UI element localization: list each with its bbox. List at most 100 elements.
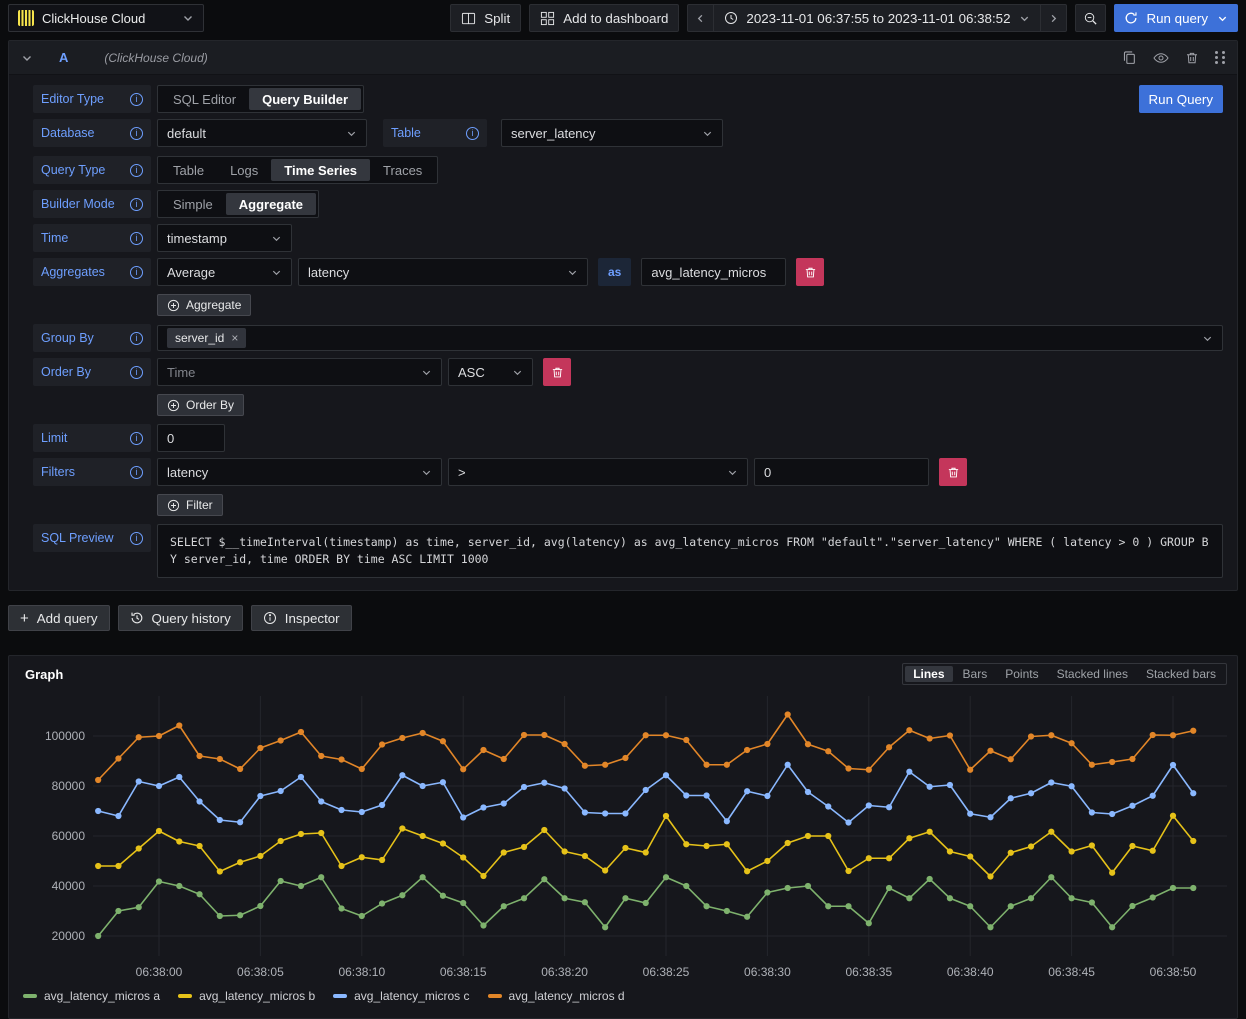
group-by-tag: server_id × (167, 328, 246, 348)
filter-operator-select[interactable]: > (448, 458, 748, 486)
builder-mode-option-simple[interactable]: Simple (160, 193, 226, 215)
graph-panel: Graph Lines Bars Points Stacked lines St… (8, 655, 1238, 1019)
info-icon[interactable]: i (130, 164, 143, 177)
add-to-dashboard-label: Add to dashboard (563, 11, 668, 26)
aggregate-function-select[interactable]: Average (157, 258, 292, 286)
split-button[interactable]: Split (450, 4, 521, 32)
chevron-down-icon (1202, 333, 1213, 344)
builder-mode-option-aggregate[interactable]: Aggregate (226, 193, 316, 215)
order-by-direction-select[interactable]: ASC (448, 358, 533, 386)
graph-panel-title: Graph (25, 667, 63, 682)
database-select[interactable]: default (157, 119, 367, 147)
chevron-down-icon (421, 367, 432, 378)
query-type-option-traces[interactable]: Traces (370, 159, 435, 181)
editor-type-option-sql-editor[interactable]: SQL Editor (160, 88, 249, 110)
graph-mode-stacked-bars[interactable]: Stacked bars (1138, 666, 1224, 682)
info-circle-icon (263, 611, 277, 625)
hide-query-eye-icon[interactable] (1153, 52, 1169, 64)
info-icon[interactable]: i (130, 266, 143, 279)
info-icon[interactable]: i (130, 332, 143, 345)
remove-tag-icon[interactable]: × (231, 331, 238, 345)
legend-item[interactable]: avg_latency_micros a (23, 989, 160, 1003)
chevron-down-icon (567, 267, 578, 278)
info-icon[interactable]: i (130, 198, 143, 211)
split-label: Split (484, 11, 510, 26)
graph-mode-stacked-lines[interactable]: Stacked lines (1049, 666, 1136, 682)
filter-value-input[interactable] (754, 458, 929, 486)
info-icon[interactable]: i (130, 127, 143, 140)
remove-aggregate-button[interactable] (796, 258, 824, 286)
svg-text:06:38:45: 06:38:45 (1048, 965, 1095, 979)
query-history-button[interactable]: Query history (118, 605, 243, 631)
query-type-option-logs[interactable]: Logs (217, 159, 271, 181)
query-datasource-note: (ClickHouse Cloud) (104, 51, 207, 65)
info-icon[interactable]: i (130, 93, 143, 106)
graph-mode-bars[interactable]: Bars (955, 666, 996, 682)
svg-text:06:38:35: 06:38:35 (845, 965, 892, 979)
graph-mode-toggle: Lines Bars Points Stacked lines Stacked … (902, 663, 1227, 685)
add-filter-button[interactable]: Filter (157, 494, 223, 516)
query-header[interactable]: A (ClickHouse Cloud) (9, 41, 1237, 75)
info-icon[interactable]: i (130, 432, 143, 445)
legend-item[interactable]: avg_latency_micros c (333, 989, 469, 1003)
delete-query-trash-icon[interactable] (1185, 51, 1199, 65)
group-by-multiselect[interactable]: server_id × (157, 325, 1223, 351)
clock-icon (724, 11, 738, 25)
builder-mode-label: Builder Mode i (33, 190, 151, 218)
order-by-field-select[interactable]: Time (157, 358, 442, 386)
dashboard-grid-icon (540, 11, 555, 26)
info-icon[interactable]: i (130, 532, 143, 545)
run-query-button[interactable]: Run query (1114, 4, 1239, 32)
inspector-button[interactable]: Inspector (251, 605, 352, 631)
info-icon[interactable]: i (130, 232, 143, 245)
limit-input[interactable] (157, 424, 225, 452)
datasource-picker[interactable]: ClickHouse Cloud (8, 4, 204, 32)
aggregate-alias-input[interactable] (641, 258, 786, 286)
svg-text:06:38:50: 06:38:50 (1150, 965, 1197, 979)
svg-text:80000: 80000 (52, 779, 86, 793)
add-order-by-button[interactable]: Order By (157, 394, 244, 416)
remove-order-by-button[interactable] (543, 358, 571, 386)
editor-type-label: Editor Type i (33, 85, 151, 113)
zoom-out-button[interactable] (1075, 4, 1106, 32)
sql-preview-text: SELECT $__timeInterval(timestamp) as tim… (157, 524, 1223, 578)
add-aggregate-button[interactable]: Aggregate (157, 294, 251, 316)
editor-type-toggle: SQL Editor Query Builder (157, 85, 364, 113)
legend-marker (23, 994, 37, 998)
editor-type-option-query-builder[interactable]: Query Builder (249, 88, 361, 110)
trash-icon (947, 466, 960, 479)
svg-text:40000: 40000 (52, 879, 86, 893)
query-footer-buttons: + Add query Query history Inspector (8, 605, 1238, 631)
query-type-option-table[interactable]: Table (160, 159, 217, 181)
time-series-chart[interactable]: 06:38:0006:38:0506:38:1006:38:1506:38:20… (13, 688, 1235, 988)
time-column-select[interactable]: timestamp (157, 224, 292, 252)
filter-column-select[interactable]: latency (157, 458, 442, 486)
add-to-dashboard-button[interactable]: Add to dashboard (529, 4, 679, 32)
editor-run-query-button[interactable]: Run Query (1139, 85, 1223, 113)
drag-handle-icon[interactable] (1215, 51, 1225, 65)
refresh-icon (1124, 11, 1138, 25)
limit-label: Limit i (33, 424, 151, 452)
graph-mode-lines[interactable]: Lines (905, 666, 952, 682)
add-query-button[interactable]: + Add query (8, 605, 110, 631)
duplicate-query-icon[interactable] (1122, 50, 1137, 65)
collapse-chevron-icon[interactable] (21, 52, 33, 64)
graph-mode-points[interactable]: Points (997, 666, 1046, 682)
zoom-out-icon (1083, 11, 1098, 26)
time-range-picker[interactable]: 2023-11-01 06:37:55 to 2023-11-01 06:38:… (713, 4, 1039, 32)
time-shift-forward-button[interactable] (1040, 4, 1067, 32)
info-icon[interactable]: i (466, 127, 479, 140)
svg-text:06:38:25: 06:38:25 (643, 965, 690, 979)
query-type-option-time-series[interactable]: Time Series (271, 159, 370, 181)
legend-item[interactable]: avg_latency_micros d (488, 989, 625, 1003)
aggregate-column-select[interactable]: latency (298, 258, 588, 286)
svg-text:60000: 60000 (52, 829, 86, 843)
svg-text:06:38:30: 06:38:30 (744, 965, 791, 979)
info-icon[interactable]: i (130, 466, 143, 479)
remove-filter-button[interactable] (939, 458, 967, 486)
info-icon[interactable]: i (130, 366, 143, 379)
table-select[interactable]: server_latency (501, 119, 723, 147)
legend-item[interactable]: avg_latency_micros b (178, 989, 315, 1003)
group-by-label: Group By i (33, 324, 151, 352)
time-shift-back-button[interactable] (687, 4, 713, 32)
